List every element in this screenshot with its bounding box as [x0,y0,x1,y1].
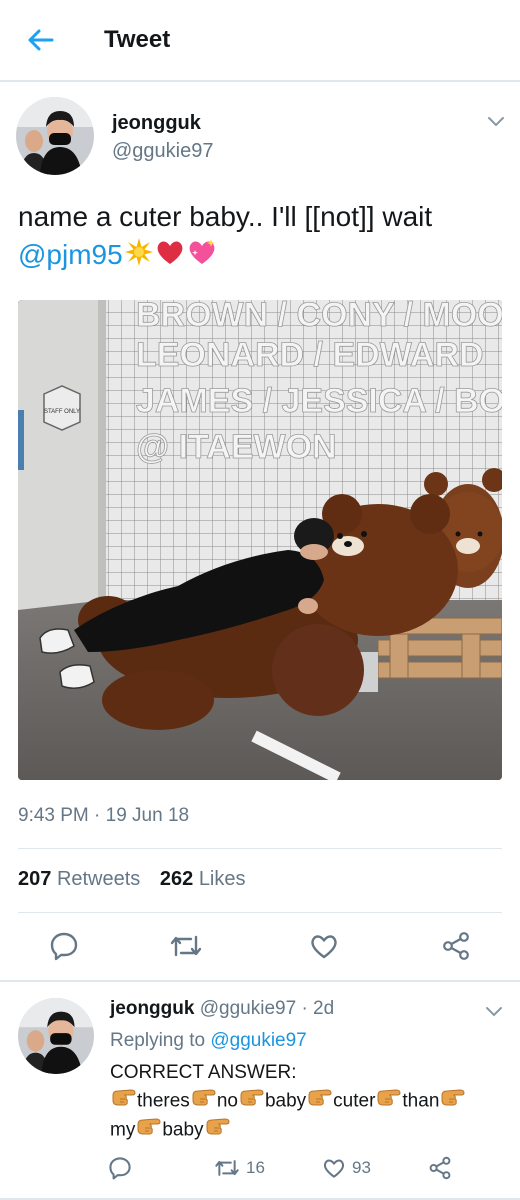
heart-outline-icon [323,1159,345,1178]
pointing-hand-icon [111,1087,137,1116]
sparkle-burst-icon [124,237,154,277]
top-bar: Tweet [0,0,520,82]
reply-retweet-button[interactable]: 16 [214,1154,265,1182]
back-button[interactable] [18,22,62,58]
reply-word: than [402,1090,440,1112]
pointing-hand-icon [205,1116,231,1145]
retweet-button[interactable] [168,928,204,964]
replying-mention[interactable]: @ggukie97 [210,1030,306,1051]
like-button[interactable] [306,928,342,964]
replying-label: Replying to [110,1030,206,1051]
pointing-hand-icon [136,1116,162,1145]
reply-author-handle[interactable]: @ggukie97 [200,998,296,1019]
share-button[interactable] [438,928,474,964]
staff-only-sign: STAFF ONLY [43,385,81,431]
wall-text-line: JAMES / JESSICA / BOSS [136,382,502,420]
more-options-button[interactable] [484,110,508,134]
reply-time[interactable]: 2d [313,998,334,1019]
reply-line: CORRECT ANSWER: [110,1062,297,1083]
svg-text:STAFF ONLY: STAFF ONLY [44,409,80,415]
reply-like-count: 93 [352,1158,371,1177]
wall-text-line: BROWN / CONY / MOON / S [136,300,502,334]
reply-reply-button[interactable] [108,1154,132,1182]
reply-word: theres [137,1090,190,1112]
retweets-label: Retweets [56,868,141,890]
reply-word: baby [264,1090,307,1112]
chevron-down-icon [488,117,504,127]
retweets-count: 207 [18,868,52,890]
reply-word: no [216,1090,238,1112]
divider [0,980,520,982]
reply-text: CORRECT ANSWER: theres no baby cuter than my… [110,1059,500,1145]
likes-count: 262 [159,868,194,890]
mention-link[interactable]: @pjm95 [18,239,123,270]
arrow-left-icon [28,29,54,51]
retweet-icon [170,935,202,957]
reply-word: my [110,1119,136,1141]
wall-text-line: @ ITAEWON [136,428,337,466]
pointing-hand-icon [191,1087,217,1116]
tweet-header: jeongguk @ggukie97 [0,92,520,182]
reply-tweet[interactable]: jeongguk @ggukie97 · 2d Replying to @ggu… [0,984,520,1200]
pointing-hand-icon [376,1087,402,1116]
avatar[interactable] [16,97,94,175]
likes-stat[interactable]: 262 Likes [160,868,246,890]
reply-author-name[interactable]: jeongguk [110,998,194,1019]
author-handle[interactable]: @ggukie97 [112,140,213,163]
reply-share-button[interactable] [428,1154,452,1182]
red-heart-icon [155,238,185,276]
reply-like-button[interactable]: 93 [322,1154,371,1182]
tweet-body: name a cuter baby.. I'll [[not]] wait [18,201,433,232]
author-name[interactable]: jeongguk [112,112,201,135]
chevron-down-icon [486,1007,502,1017]
wall-text-line: LEONARD / EDWARD [136,336,484,374]
tweet-stats: 207 Retweets 262 Likes [18,868,260,891]
sparkling-heart-icon [186,237,218,277]
divider [18,912,502,913]
pointing-hand-icon [239,1087,265,1116]
heart-outline-icon [311,935,337,959]
retweets-stat[interactable]: 207 Retweets [18,868,140,890]
reply-meta: jeongguk @ggukie97 · 2d [110,998,334,1020]
meta-separator: · [301,998,308,1019]
reply-word: baby [162,1119,204,1141]
reply-retweet-count: 16 [246,1158,265,1177]
reply-button[interactable] [46,928,82,964]
share-icon [443,932,469,960]
pointing-hand-icon [307,1087,333,1116]
replying-to: Replying to @ggukie97 [110,1030,307,1052]
reply-icon [109,1157,131,1180]
reply-more-options-button[interactable] [482,1000,506,1024]
share-icon [429,1156,451,1180]
page-title: Tweet [104,26,171,53]
tweet-text: name a cuter baby.. I'll [[not]] wait @p… [18,198,508,277]
tweet-photo[interactable]: BROWN / CONY / MOON / S LEONARD / EDWARD… [18,300,502,780]
avatar[interactable] [18,998,94,1074]
retweet-icon [215,1160,239,1176]
reply-word: cuter [333,1090,376,1112]
tweet-timestamp[interactable]: 9:43 PM · 19 Jun 18 [18,805,189,827]
likes-label: Likes [198,868,246,890]
reply-icon [50,932,78,961]
reply-action-bar: 16 93 [108,1154,508,1182]
divider [18,848,502,849]
pointing-hand-icon [440,1087,466,1116]
